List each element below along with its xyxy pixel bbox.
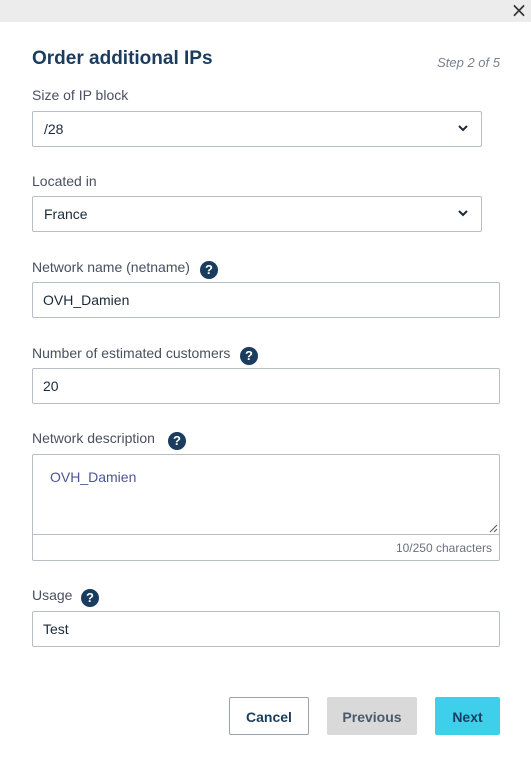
ip-block-select[interactable]: /28	[32, 111, 482, 147]
help-icon[interactable]: ?	[81, 589, 99, 607]
dialog-top-bar: ×	[0, 0, 531, 22]
next-button[interactable]: Next	[435, 697, 500, 735]
netname-label: Network name (netname)	[32, 259, 190, 275]
ip-block-label: Size of IP block	[32, 87, 129, 103]
help-icon[interactable]: ?	[168, 432, 186, 450]
char-count-text: 10/250 characters	[395, 541, 492, 555]
usage-value: Test	[43, 621, 69, 637]
netname-value: OVH_Damien	[43, 292, 130, 308]
location-select[interactable]: France	[32, 196, 482, 232]
ip-block-value: /28	[44, 121, 64, 137]
description-label: Network description	[32, 430, 155, 446]
usage-label: Usage	[32, 587, 73, 603]
help-icon[interactable]: ?	[200, 261, 218, 279]
cancel-button[interactable]: Cancel	[229, 697, 309, 735]
previous-button[interactable]: Previous	[327, 697, 417, 735]
customers-value: 20	[43, 378, 59, 394]
char-counter: 10/250 characters	[32, 534, 500, 561]
customers-input[interactable]: 20	[32, 368, 500, 404]
resize-handle-icon[interactable]	[489, 524, 498, 533]
description-value: OVH_Damien	[50, 469, 137, 485]
usage-input[interactable]: Test	[32, 611, 500, 647]
location-value: France	[44, 206, 88, 222]
netname-input[interactable]: OVH_Damien	[32, 282, 500, 318]
customers-label: Number of estimated customers	[32, 345, 231, 361]
location-label: Located in	[32, 173, 97, 189]
dialog-title: Order additional IPs	[32, 48, 213, 69]
step-indicator: Step 2 of 5	[437, 55, 500, 70]
close-icon[interactable]: ×	[509, 0, 529, 20]
chevron-down-icon	[458, 125, 468, 132]
chevron-down-icon	[458, 210, 468, 217]
help-icon[interactable]: ?	[240, 347, 258, 365]
description-textarea[interactable]: OVH_Damien	[32, 454, 500, 534]
